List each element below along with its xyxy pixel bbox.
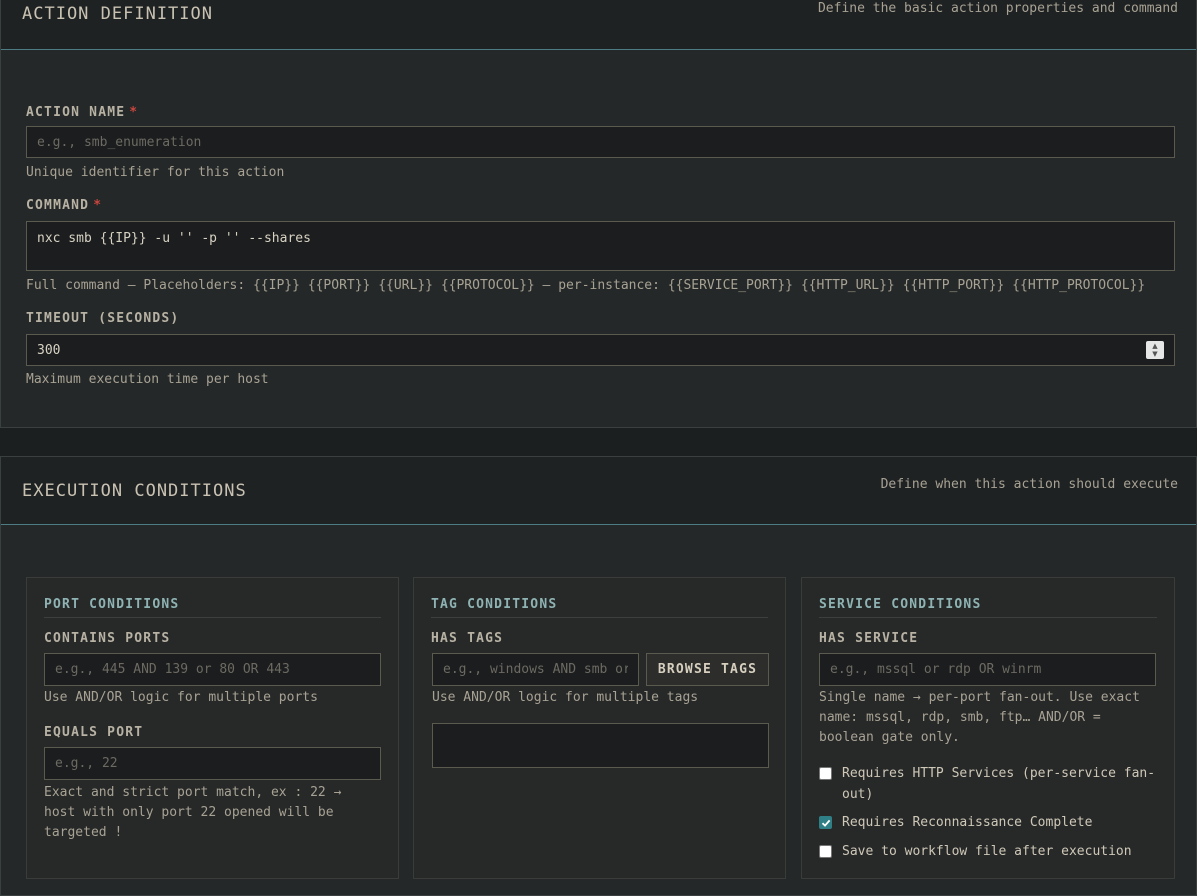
action-name-hint: Unique identifier for this action (26, 165, 285, 180)
has-service-input[interactable] (819, 653, 1156, 686)
has-tags-hint: Use AND/OR logic for multiple tags (432, 690, 699, 705)
has-tags-label: HAS TAGS (431, 631, 504, 646)
check-icon (821, 819, 830, 827)
command-textarea[interactable]: nxc smb {{IP}} -u '' -p '' --shares (26, 221, 1175, 271)
divider (819, 617, 1157, 618)
timeout-input[interactable] (26, 334, 1175, 366)
divider (44, 617, 381, 618)
port-conditions-title: PORT CONDITIONS (44, 597, 180, 612)
action-name-label-text: ACTION NAME (26, 105, 126, 120)
requires-http-checkbox-row[interactable]: Requires HTTP Services (per-service fan-… (819, 763, 1159, 805)
chevron-down-icon[interactable]: ▼ (1152, 350, 1157, 358)
requires-http-checkbox[interactable] (819, 767, 832, 780)
execution-conditions-description: Define when this action should execute (880, 477, 1178, 492)
save-workflow-checkbox[interactable] (819, 845, 832, 858)
timeout-hint: Maximum execution time per host (26, 372, 269, 387)
action-definition-title: ACTION DEFINITION (22, 4, 213, 24)
command-label-text: COMMAND (26, 198, 90, 213)
contains-ports-input[interactable] (44, 653, 381, 686)
tag-conditions-title: TAG CONDITIONS (431, 597, 558, 612)
has-service-hint: Single name → per-port fan-out. Use exac… (819, 690, 1140, 745)
required-marker: * (129, 105, 139, 120)
equals-port-hint: Exact and strict port match, ex : 22 → h… (44, 785, 342, 840)
has-service-label: HAS SERVICE (819, 631, 919, 646)
timeout-field: ▲ ▼ (26, 334, 1175, 366)
requires-recon-checkbox[interactable] (819, 816, 832, 829)
action-name-input[interactable] (26, 126, 1175, 158)
execution-conditions-title: EXECUTION CONDITIONS (22, 481, 247, 501)
has-tags-input[interactable] (432, 653, 639, 686)
chevron-up-icon[interactable]: ▲ (1152, 342, 1157, 350)
service-conditions-title: SERVICE CONDITIONS (819, 597, 982, 612)
command-label: COMMAND * (26, 198, 102, 213)
tag-conditions-card: TAG CONDITIONS HAS TAGS BROWSE TAGS Use … (413, 577, 786, 879)
action-name-label: ACTION NAME * (26, 105, 138, 120)
execution-conditions-header: EXECUTION CONDITIONS Define when this ac… (1, 457, 1196, 525)
requires-http-label: Requires HTTP Services (per-service fan-… (842, 766, 1156, 802)
contains-ports-hint: Use AND/OR logic for multiple ports (44, 690, 318, 705)
action-definition-header: ACTION DEFINITION Define the basic actio… (1, 0, 1196, 50)
requires-recon-label: Requires Reconnaissance Complete (842, 815, 1093, 830)
action-definition-description: Define the basic action properties and c… (817, 1, 1178, 16)
port-conditions-card: PORT CONDITIONS CONTAINS PORTS Use AND/O… (26, 577, 399, 879)
equals-port-label: EQUALS PORT (44, 725, 144, 740)
divider (431, 617, 768, 618)
action-definition-panel: ACTION DEFINITION Define the basic actio… (0, 0, 1197, 428)
requires-recon-checkbox-row[interactable]: Requires Reconnaissance Complete (819, 812, 1159, 833)
browse-tags-button[interactable]: BROWSE TAGS (646, 653, 769, 686)
command-hint: Full command — Placeholders: {{IP}} {{PO… (26, 278, 1146, 293)
selected-tags-box[interactable] (432, 723, 769, 768)
contains-ports-label: CONTAINS PORTS (44, 631, 171, 646)
save-workflow-label: Save to workflow file after execution (842, 844, 1132, 859)
required-marker: * (93, 198, 103, 213)
timeout-label: TIMEOUT (SECONDS) (26, 311, 180, 326)
service-conditions-card: SERVICE CONDITIONS HAS SERVICE Single na… (801, 577, 1175, 879)
equals-port-input[interactable] (44, 747, 381, 780)
save-workflow-checkbox-row[interactable]: Save to workflow file after execution (819, 841, 1159, 862)
timeout-stepper[interactable]: ▲ ▼ (1146, 341, 1164, 359)
